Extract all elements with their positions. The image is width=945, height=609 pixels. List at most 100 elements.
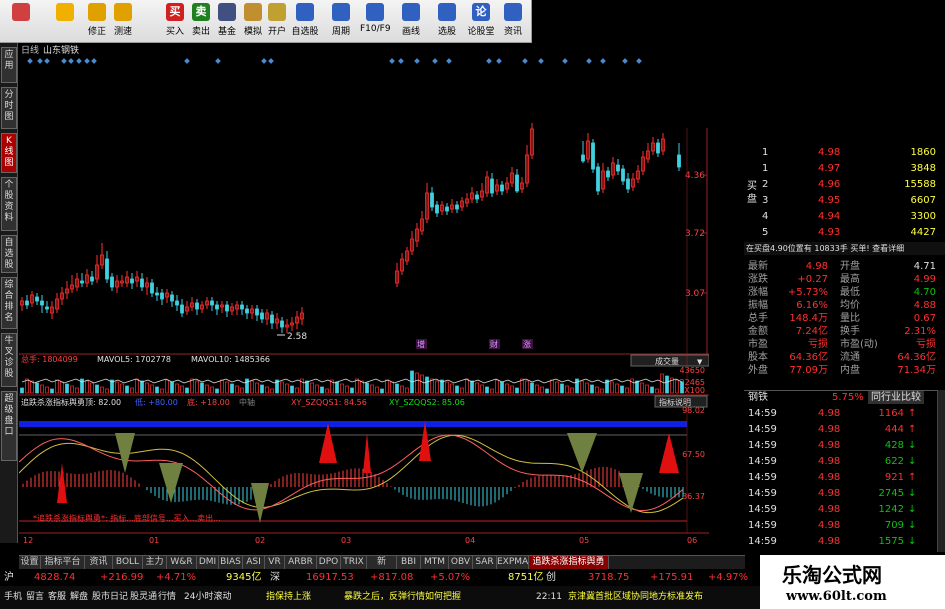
candlestick[interactable] xyxy=(255,308,259,316)
indicator-tab[interactable]: W&R xyxy=(167,556,197,569)
candlestick[interactable] xyxy=(490,178,494,194)
candlestick[interactable] xyxy=(130,278,134,284)
side-tab-1[interactable]: 应用 xyxy=(1,47,17,83)
toolbar-grid-button[interactable] xyxy=(6,2,36,40)
candlestick[interactable] xyxy=(45,306,49,310)
side-tab-7[interactable]: 牛叉诊股 xyxy=(1,333,17,387)
candlestick[interactable] xyxy=(240,304,244,310)
indicator-tab[interactable]: BIAS xyxy=(219,556,243,569)
toolbar-clock-button[interactable]: 周期 xyxy=(326,2,356,40)
chevron-down-icon[interactable]: ▼ xyxy=(697,358,703,366)
indicator-tab[interactable]: BOLL xyxy=(113,556,143,569)
candlestick[interactable] xyxy=(35,296,39,302)
candlestick[interactable] xyxy=(170,294,174,302)
toolbar-pen-button[interactable]: 画线 xyxy=(396,2,426,40)
indicator-tab[interactable]: TRIX xyxy=(341,556,367,569)
status-link[interactable]: 24小时滚动 xyxy=(184,586,231,609)
candlestick[interactable] xyxy=(245,308,249,314)
candlestick[interactable] xyxy=(475,194,479,200)
indicator-tab[interactable]: DPO xyxy=(317,556,341,569)
indicator-tab[interactable]: ASI xyxy=(243,556,265,569)
indicator-tab[interactable]: SAR xyxy=(473,556,497,569)
status-link[interactable]: 手机 xyxy=(4,586,22,609)
event-tag[interactable]: 涨 xyxy=(523,339,531,349)
status-link[interactable]: 股市日记 xyxy=(92,586,128,609)
indicator-tab[interactable]: DMI xyxy=(197,556,219,569)
indicator-tab[interactable]: ARBR xyxy=(285,556,317,569)
toolbar-filter-button[interactable]: 选股 xyxy=(432,2,462,40)
status-link[interactable]: 留言 xyxy=(26,586,44,609)
event-tag[interactable]: 增 xyxy=(417,339,425,349)
candlestick[interactable] xyxy=(430,192,434,208)
candlestick[interactable] xyxy=(110,276,114,288)
indicator-tab[interactable]: 指标平台 xyxy=(41,556,85,569)
indicator-tab[interactable]: 资讯 xyxy=(85,556,113,569)
headline-2[interactable]: 暴跌之后，反弹行情如何把握 xyxy=(344,586,461,609)
indicator-tab[interactable]: 主力 xyxy=(143,556,167,569)
candlestick[interactable] xyxy=(591,142,595,170)
candlestick[interactable] xyxy=(270,314,274,324)
candlestick[interactable] xyxy=(25,300,29,306)
headline-1[interactable]: 指保持上涨 xyxy=(266,586,311,609)
side-tab-6[interactable]: 综合排名 xyxy=(1,277,17,329)
candlestick[interactable] xyxy=(195,302,199,310)
candlestick[interactable] xyxy=(515,174,519,192)
candlestick[interactable] xyxy=(40,300,44,306)
indicator-tab[interactable]: BBI xyxy=(397,556,421,569)
toolbar-lock-button[interactable]: 开户 xyxy=(262,2,292,40)
side-tab-2[interactable]: 分时图 xyxy=(1,87,17,129)
toolbar-news-button[interactable]: 资讯 xyxy=(498,2,528,40)
candlestick[interactable] xyxy=(225,304,229,312)
candlestick[interactable] xyxy=(180,304,184,314)
indicator-tab[interactable]: 设置 xyxy=(19,556,41,569)
toolbar-lun-button[interactable]: 论论股堂 xyxy=(466,2,496,40)
toolbar-back-arrow-button[interactable] xyxy=(50,2,80,40)
indicator-tab[interactable]: VR xyxy=(265,556,285,569)
candlestick[interactable] xyxy=(280,320,284,328)
candlestick[interactable] xyxy=(155,292,159,296)
indicator-tab[interactable]: EXPMA xyxy=(497,556,529,569)
side-tab-5[interactable]: 自选股 xyxy=(1,235,17,273)
indicator-tab[interactable]: MTM xyxy=(421,556,449,569)
kline-chart[interactable]: 日线 山东钢铁 4.36 3.72 3.07 2.58 增 财 涨总手: 1804099 MAVO… xyxy=(19,43,709,545)
candlestick[interactable] xyxy=(445,206,449,212)
candlestick[interactable] xyxy=(175,300,179,306)
status-link[interactable]: 股灵通 xyxy=(130,586,157,609)
status-link[interactable]: 客服 xyxy=(48,586,66,609)
indicator-tab[interactable]: 追跌杀涨指标舆勇 xyxy=(529,556,609,569)
candlestick[interactable] xyxy=(150,282,154,294)
candlestick[interactable] xyxy=(677,154,681,168)
candlestick[interactable] xyxy=(435,204,439,214)
toolbar-speedometer-button[interactable]: 测速 xyxy=(108,2,138,40)
toolbar-portfolio-button[interactable]: 自选股 xyxy=(290,2,320,40)
candlestick[interactable] xyxy=(90,276,94,282)
event-tag[interactable]: 财 xyxy=(490,339,498,349)
candlestick[interactable] xyxy=(160,292,164,300)
candlestick[interactable] xyxy=(626,178,630,190)
side-tab-4[interactable]: 个股资料 xyxy=(1,177,17,231)
indicator-tab[interactable]: 新DMA xyxy=(367,556,397,580)
candlestick[interactable] xyxy=(606,170,610,178)
candlestick[interactable] xyxy=(616,164,620,172)
sector-compare-button[interactable]: 同行业比较 xyxy=(868,391,924,404)
candlestick[interactable] xyxy=(500,184,504,192)
scrollbar[interactable] xyxy=(937,390,945,552)
candlestick[interactable] xyxy=(210,300,214,306)
indicator-tab[interactable]: OBV xyxy=(449,556,473,569)
candlestick[interactable] xyxy=(455,204,459,210)
side-tab-3[interactable]: K线图 xyxy=(1,133,17,173)
candlestick[interactable] xyxy=(140,278,144,288)
status-link[interactable]: 行情 xyxy=(158,586,176,609)
candlestick[interactable] xyxy=(596,166,600,192)
candlestick[interactable] xyxy=(105,258,109,280)
candlestick[interactable] xyxy=(215,304,219,310)
candlestick[interactable] xyxy=(656,142,660,154)
candlestick[interactable] xyxy=(581,154,585,162)
headline-3[interactable]: 京津冀首批区域协同地方标准发布 xyxy=(568,586,703,609)
toolbar-f10-button[interactable]: F10/F9 xyxy=(360,2,391,40)
candlestick[interactable] xyxy=(80,280,84,284)
side-tab-8[interactable]: 超级盘口 xyxy=(1,391,17,461)
candlestick[interactable] xyxy=(260,312,264,320)
candlestick[interactable] xyxy=(621,168,625,182)
status-link[interactable]: 解盘 xyxy=(70,586,88,609)
